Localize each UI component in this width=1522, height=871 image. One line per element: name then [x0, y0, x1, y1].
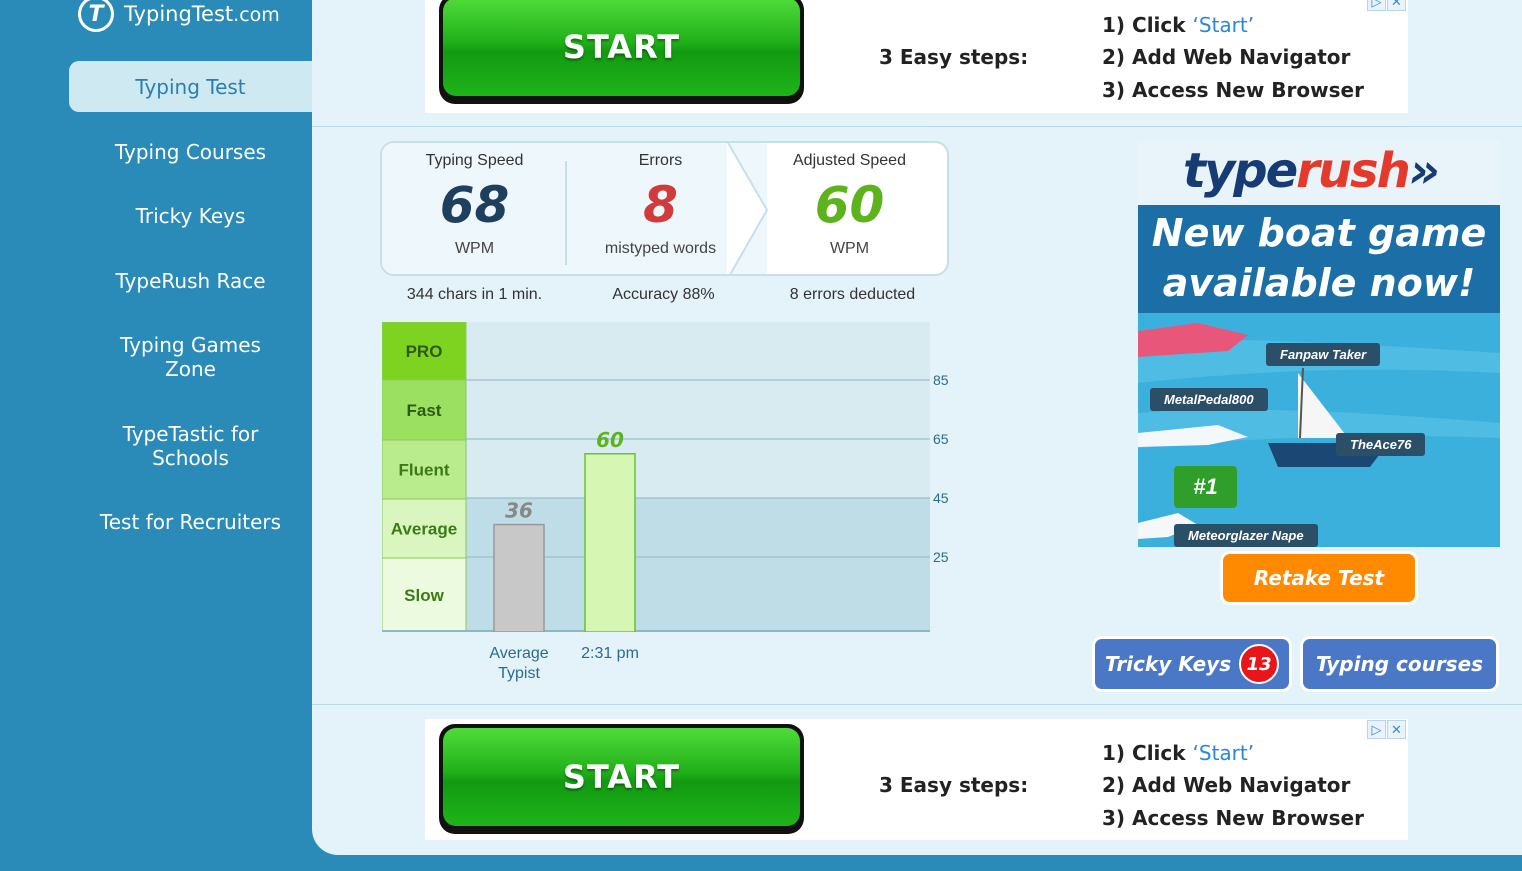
player-tag: MetalPedal800 — [1150, 388, 1268, 411]
logo-text: TypingTest.com — [124, 2, 280, 26]
promo-headline: New boat game available now! — [1138, 205, 1500, 313]
x-category-label: Average Typist — [489, 645, 549, 682]
errors-label: Errors — [638, 152, 683, 169]
ad-easy-steps: 3 Easy steps: — [879, 45, 1029, 69]
site-logo[interactable]: T TypingTest.com — [78, 0, 280, 34]
ad-start-button[interactable]: START — [439, 0, 804, 104]
speed-chart: PRO Fast Fluent Average Slow 85 65 45 25 36 60 — [382, 322, 949, 632]
logo-icon: T — [78, 0, 114, 32]
divider — [312, 704, 1522, 705]
typerush-logo: typerush» — [1183, 143, 1440, 199]
bar-value-label: 60 — [596, 428, 624, 452]
tricky-keys-count-badge: 13 — [1239, 644, 1280, 684]
errors-unit: mistyped words — [604, 240, 717, 257]
adchoices-icon[interactable]: ▷ — [1367, 720, 1386, 739]
typing-speed-label: Typing Speed — [425, 152, 524, 169]
adchoices-icon[interactable]: ▷ — [1367, 0, 1386, 11]
errors-value: 8 — [643, 176, 678, 234]
nav-typing-games-zone[interactable]: Typing Games Zone — [69, 333, 312, 381]
x-category-label: 2:31 pm — [581, 645, 639, 662]
typerush-promo[interactable]: typerush» New boat game available now! Fa… — [1138, 141, 1500, 547]
nav-typing-courses[interactable]: Typing Courses — [69, 140, 312, 164]
nav-test-for-recruiters[interactable]: Test for Recruiters — [69, 510, 312, 534]
ad-step-2: 2) Add Web Navigator — [1102, 45, 1351, 69]
accuracy: Accuracy 88% — [612, 286, 715, 303]
ad-step-3: 3) Access New Browser — [1102, 78, 1364, 102]
typing-speed-unit: WPM — [454, 240, 495, 257]
level-label: Slow — [404, 586, 444, 605]
chars-per-min: 344 chars in 1 min. — [406, 286, 543, 303]
ad-step-1: 1) Click ‘Start’ — [1102, 741, 1255, 765]
ad-banner-bottom[interactable]: START 3 Easy steps: 1) Click ‘Start’ 2) … — [425, 719, 1408, 840]
y-tick-label: 45 — [933, 490, 949, 506]
ad-close-icon[interactable]: ✕ — [1387, 720, 1406, 739]
typing-speed-value: 68 — [439, 176, 510, 234]
level-label: Average — [391, 520, 457, 539]
sidebar: T TypingTest.com Typing Test Typing Cour… — [0, 0, 312, 871]
typing-courses-button[interactable]: Typing courses — [1300, 636, 1499, 692]
level-label: Fast — [407, 401, 442, 420]
errors-deducted: 8 errors deducted — [789, 286, 916, 303]
player-tag: TheAce76 — [1336, 433, 1426, 456]
adjusted-speed-label: Adjusted Speed — [793, 152, 906, 169]
bar — [584, 453, 636, 632]
level-label: Fluent — [399, 461, 450, 480]
bar-value-label: 36 — [505, 499, 533, 523]
typing-speed-stat: Typing Speed 68 WPM — [382, 143, 567, 258]
y-tick-label: 85 — [933, 372, 949, 388]
y-tick-label: 25 — [933, 549, 949, 565]
rank-badge: #1 — [1174, 466, 1237, 508]
adjusted-speed-stat: Adjusted Speed 60 WPM — [757, 143, 942, 258]
tricky-keys-button[interactable]: Tricky Keys 13 — [1092, 636, 1292, 692]
adjusted-speed-unit: WPM — [829, 240, 870, 257]
retake-test-button[interactable]: Retake Test — [1220, 551, 1418, 605]
ad-start-button[interactable]: START — [439, 724, 804, 834]
ad-easy-steps: 3 Easy steps: — [879, 773, 1029, 797]
nav-typing-test[interactable]: Typing Test — [69, 61, 312, 112]
nav-tricky-keys[interactable]: Tricky Keys — [69, 204, 312, 228]
ad-close-icon[interactable]: ✕ — [1387, 0, 1406, 11]
results-panel: Typing Speed 68 WPM Errors 8 mistyped wo… — [380, 141, 949, 276]
ad-step-2: 2) Add Web Navigator — [1102, 773, 1351, 797]
y-tick-label: 65 — [933, 431, 949, 447]
adjusted-speed-value: 60 — [814, 176, 885, 234]
ad-banner-top[interactable]: START 3 Easy steps: 1) Click ‘Start’ 2) … — [425, 0, 1408, 113]
ad-step-3: 3) Access New Browser — [1102, 806, 1364, 830]
errors-stat: Errors 8 mistyped words — [568, 143, 753, 258]
ad-step-1: 1) Click ‘Start’ — [1102, 13, 1255, 37]
player-tag: Meteorglazer Nape — [1174, 524, 1318, 547]
bar — [493, 523, 545, 632]
nav-typerush-race[interactable]: TypeRush Race — [69, 269, 312, 293]
nav-typetastic-schools[interactable]: TypeTastic for Schools — [69, 422, 312, 470]
promo-sea: Fanpaw Taker MetalPedal800 TheAce76 Mete… — [1138, 313, 1500, 547]
player-tag: Fanpaw Taker — [1266, 343, 1381, 366]
divider — [312, 126, 1522, 127]
level-label: PRO — [406, 342, 443, 361]
